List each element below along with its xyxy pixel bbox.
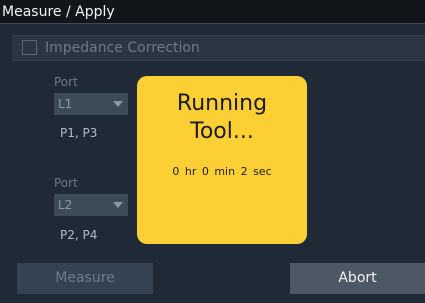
running-tool-title: Running Tool... <box>137 90 307 146</box>
port-select-2[interactable]: L2 <box>54 194 128 216</box>
title-bar: Measure / Apply <box>0 0 425 24</box>
elapsed-time: 0 hr 0 min 2 sec <box>172 165 272 178</box>
port-label-1: Port <box>54 75 78 89</box>
impedance-correction-label: Impedance Correction <box>45 40 200 56</box>
running-tool-overlay: Running Tool... 0 hr 0 min 2 sec <box>137 76 307 244</box>
abort-button[interactable]: Abort <box>290 263 425 294</box>
impedance-correction-option[interactable]: Impedance Correction <box>12 35 425 61</box>
measure-button[interactable]: Measure <box>17 263 153 294</box>
chevron-down-icon <box>113 202 123 208</box>
running-tool-title-line-2: Tool... <box>190 119 254 144</box>
window-title: Measure / Apply <box>2 4 115 20</box>
port-label-2: Port <box>54 176 78 190</box>
port-2-pins: P2, P4 <box>60 228 98 242</box>
running-tool-title-line-1: Running <box>176 91 268 116</box>
port-select-1[interactable]: L1 <box>54 93 128 115</box>
measure-apply-window: Measure / Apply Impedance Correction Por… <box>0 0 425 303</box>
port-select-2-value: L2 <box>58 198 73 212</box>
port-1-pins: P1, P3 <box>60 126 98 140</box>
chevron-down-icon <box>113 101 123 107</box>
checkbox-icon[interactable] <box>22 40 37 55</box>
port-select-1-value: L1 <box>58 97 73 111</box>
